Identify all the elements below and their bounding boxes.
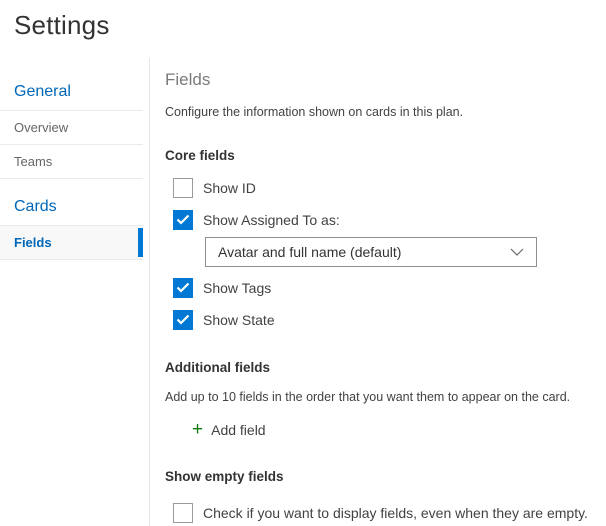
add-field-button[interactable]: + Add field [192,419,588,441]
chevron-down-icon [510,248,524,256]
show-empty-fields-heading: Show empty fields [165,469,284,485]
add-field-label: Add field [211,422,266,439]
show-assigned-to-label: Show Assigned To as: [203,211,340,228]
show-empty-fields-checkbox[interactable] [173,503,193,524]
additional-fields-heading: Additional fields [165,359,271,375]
settings-sidebar: General Overview Teams Cards Fields [0,58,150,526]
settings-dialog-body: General Overview Teams Cards Fields Fiel… [0,58,606,526]
pane-description: Configure the information shown on cards… [165,105,464,119]
sidebar-item-fields[interactable]: Fields [0,226,143,260]
plus-icon: + [192,419,204,441]
sidebar-heading-cards[interactable]: Cards [0,193,143,226]
show-empty-fields-row[interactable]: Check if you want to display fields, eve… [173,503,588,524]
show-state-checkbox[interactable] [173,309,193,330]
checkmark-icon [176,282,190,293]
settings-header: Settings [0,0,606,58]
sidebar-group-cards: Cards Fields [0,193,143,260]
dropdown-selected-value: Avatar and full name (default) [218,243,402,260]
core-fields-heading: Core fields [165,147,235,163]
show-id-row[interactable]: Show ID [173,177,588,198]
show-tags-label: Show Tags [203,279,272,296]
show-assigned-to-checkbox[interactable] [173,209,193,230]
sidebar-group-general: General Overview Teams [0,78,143,179]
checkmark-icon [176,214,190,225]
fields-settings-pane: Fields Configure the information shown o… [150,58,606,526]
show-assigned-to-row[interactable]: Show Assigned To as: [173,209,588,230]
checkmark-icon [176,314,190,325]
show-id-label: Show ID [203,179,256,196]
additional-fields-description: Add up to 10 fields in the order that yo… [165,389,571,404]
page-title: Settings [14,10,110,40]
show-id-checkbox[interactable] [173,177,193,198]
show-state-label: Show State [203,311,275,328]
show-empty-fields-label: Check if you want to display fields, eve… [203,505,588,522]
sidebar-heading-general[interactable]: General [0,78,143,111]
show-state-row[interactable]: Show State [173,309,588,330]
sidebar-item-teams[interactable]: Teams [0,145,143,179]
show-tags-row[interactable]: Show Tags [173,277,588,298]
assigned-to-display-dropdown[interactable]: Avatar and full name (default) [205,236,537,267]
sidebar-item-overview[interactable]: Overview [0,111,143,145]
show-tags-checkbox[interactable] [173,277,193,298]
pane-title: Fields [165,70,211,89]
